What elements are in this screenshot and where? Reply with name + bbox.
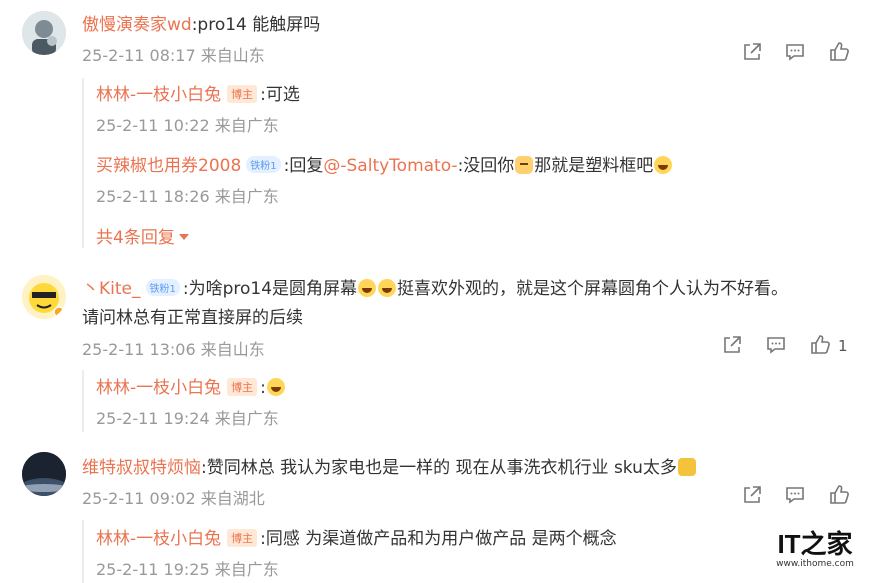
reply-timestamp: 25-2-11 10:22 来自广东	[96, 116, 279, 135]
laugh-emoji-icon	[358, 279, 377, 297]
avatar[interactable]	[22, 452, 66, 496]
comment-username[interactable]: 傲慢演奏家wd	[82, 15, 192, 35]
emoji-icon	[677, 458, 696, 476]
reply-text: 买辣椒也用券2008 铁粉1:回复@-SaltyTomato-:没回你 那就是塑料框…	[96, 151, 673, 176]
comment-timestamp: 25-2-11 13:06 来自山东	[82, 340, 265, 359]
reply-timestamp: 25-2-11 19:24 来自广东	[96, 409, 279, 428]
fan-badge: 铁粉1	[246, 156, 281, 173]
comment-timestamp: 25-2-11 08:17 来自山东	[82, 46, 265, 65]
comment-body: :pro14 能触屏吗	[191, 15, 321, 35]
comment-body: :为啥pro14是圆角屏幕	[182, 279, 358, 299]
reply-timestamp: 25-2-11 19:25 来自广东	[96, 560, 279, 579]
reply-text: 林林-一枝小白兔 博主:可选	[96, 80, 300, 105]
comment-timestamp: 25-2-11 09:02 来自湖北	[82, 489, 265, 508]
laugh-emoji-icon	[654, 156, 673, 174]
reply-timestamp: 25-2-11 18:26 来自广东	[96, 187, 279, 206]
like-icon[interactable]	[809, 333, 831, 355]
host-badge: 博主	[227, 85, 258, 103]
more-replies-label: 共4条回复	[96, 228, 175, 248]
reply-username[interactable]: 林林-一枝小白兔	[96, 85, 221, 105]
reply-username[interactable]: 林林-一枝小白兔	[96, 378, 221, 398]
reply-body: :没回你	[457, 156, 515, 176]
share-icon[interactable]	[741, 484, 763, 506]
comment-body-2: 挺喜欢外观的，就是这个屏幕圆角个人认为不好看。	[397, 279, 789, 299]
comment-text-continued: 请问林总有正常直接屏的后续	[82, 308, 303, 328]
reply-body: :	[260, 378, 266, 398]
like-count: 1	[838, 337, 848, 355]
share-icon[interactable]	[741, 41, 763, 63]
comment-text: 维特叔叔特烦恼:赞同林总 我认为家电也是一样的 现在从事洗衣机行业 sku太多	[82, 453, 697, 478]
reply-prefix: :回复	[283, 156, 324, 176]
more-replies-link[interactable]: 共4条回复	[96, 223, 189, 248]
reply-thread	[82, 78, 84, 248]
reply-body-2: 那就是塑料框吧	[534, 156, 654, 176]
comment-body: :赞同林总 我认为家电也是一样的 现在从事洗衣机行业 sku太多	[201, 458, 677, 478]
reply-text: 林林-一枝小白兔 博主:同感 为渠道做产品和为用户做产品 是两个概念	[96, 524, 617, 549]
logo-text: IT之家	[777, 529, 853, 559]
laugh-emoji-icon	[266, 378, 285, 396]
reply-body: :同感 为渠道做产品和为用户做产品 是两个概念	[260, 529, 617, 549]
comment-icon[interactable]	[784, 484, 806, 506]
comment-text: 傲慢演奏家wd:pro14 能触屏吗	[82, 10, 320, 35]
caret-down-icon	[178, 234, 189, 240]
logo-url: www.ithome.com	[776, 559, 854, 569]
avatar[interactable]	[22, 275, 66, 319]
reply-username[interactable]: 买辣椒也用券2008	[96, 156, 241, 176]
like-icon[interactable]	[828, 40, 850, 62]
comment-username[interactable]: 维特叔叔特烦恼	[82, 458, 201, 478]
comment-icon[interactable]	[784, 41, 806, 63]
reply-body: :可选	[260, 85, 300, 105]
reply-thread	[82, 370, 84, 432]
reply-thread	[82, 520, 84, 583]
comment-username[interactable]: 丶Kite_	[82, 279, 141, 299]
reply-text: 林林-一枝小白兔 博主:	[96, 373, 286, 398]
cat-emoji-icon	[515, 156, 534, 174]
avatar[interactable]	[22, 11, 66, 55]
laugh-emoji-icon	[378, 279, 397, 297]
host-badge: 博主	[227, 529, 258, 547]
host-badge: 博主	[227, 378, 258, 396]
ithome-logo: IT之家 www.ithome.com	[775, 529, 855, 579]
share-icon[interactable]	[721, 334, 743, 356]
comment-icon[interactable]	[765, 334, 787, 356]
fan-badge: 铁粉1	[145, 279, 180, 296]
comment-text: 丶Kite_ 铁粉1:为啥pro14是圆角屏幕 挺喜欢外观的，就是这个屏幕圆角个人认…	[82, 274, 788, 299]
mention-link[interactable]: @-SaltyTomato-	[323, 156, 457, 176]
reply-username[interactable]: 林林-一枝小白兔	[96, 529, 221, 549]
like-icon[interactable]	[828, 483, 850, 505]
